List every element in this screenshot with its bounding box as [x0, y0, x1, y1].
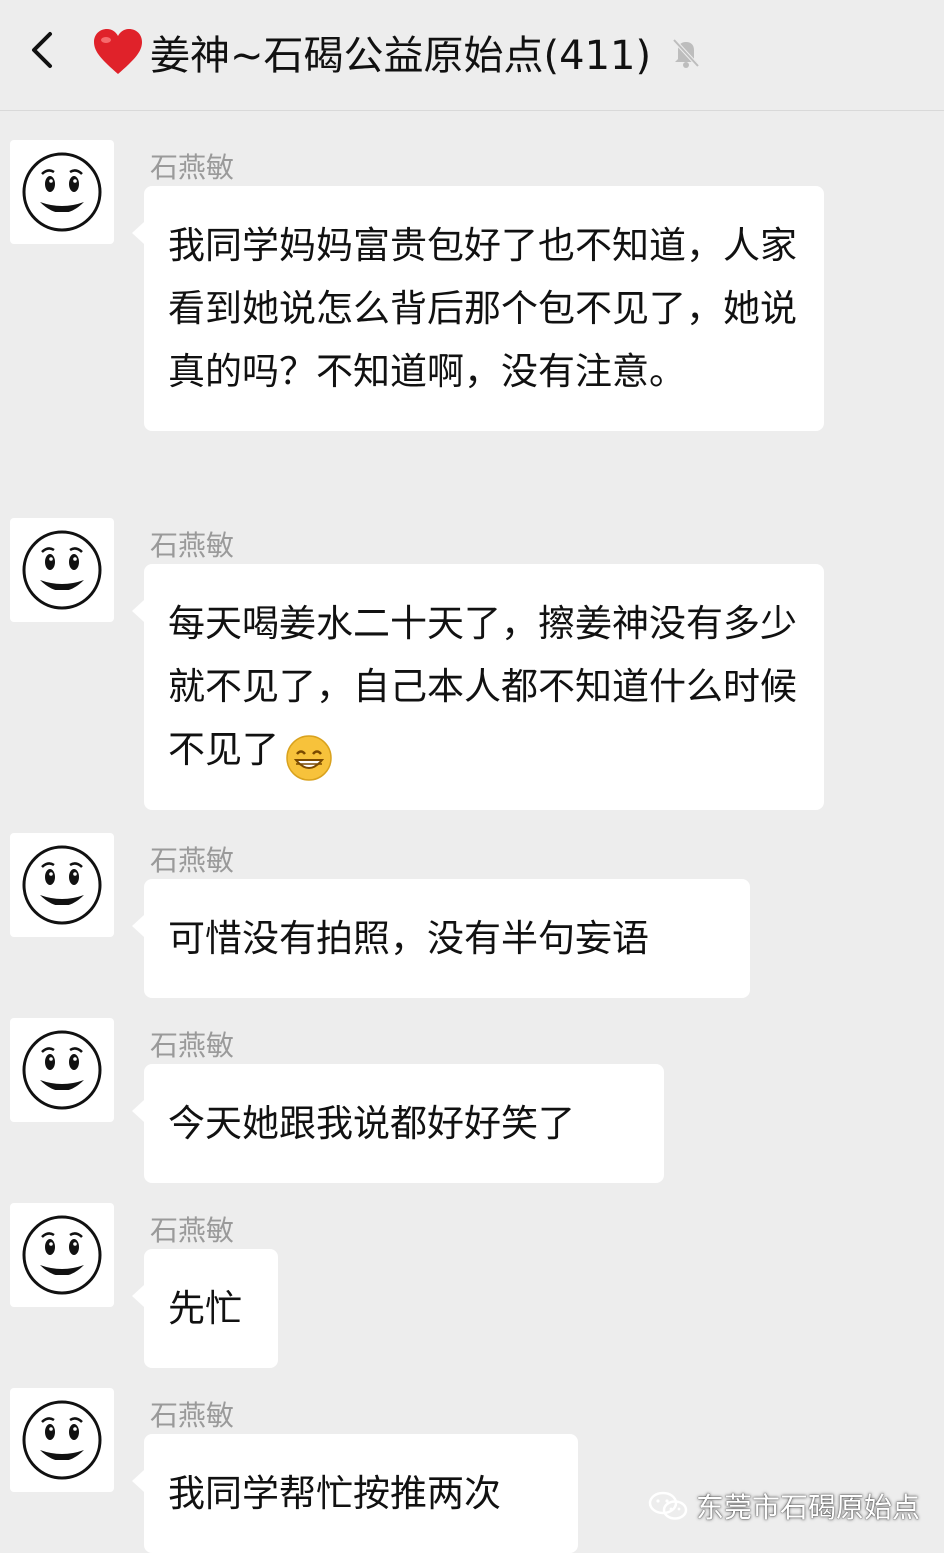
- message-text: 我同学帮忙按推两次: [168, 1472, 501, 1515]
- sender-name: 石燕敏: [150, 151, 235, 184]
- sender-name: 石燕敏: [150, 1214, 235, 1247]
- message-text: 每天喝姜水二十天了，擦姜神没有多少就不见了，自己本人都不知道什么时候不见了: [168, 602, 797, 771]
- grinning-face-icon: [285, 734, 333, 782]
- avatar[interactable]: [10, 1388, 114, 1492]
- message-bubble[interactable]: 每天喝姜水二十天了，擦姜神没有多少就不见了，自己本人都不知道什么时候不见了: [132, 564, 824, 810]
- wechat-icon: [648, 1491, 688, 1520]
- watermark-text: 东莞市石碣原始点: [695, 1491, 920, 1524]
- message-bubble[interactable]: 我同学帮忙按推两次: [132, 1434, 578, 1553]
- sender-name: 石燕敏: [150, 1399, 235, 1432]
- bell-muted-icon: [672, 38, 700, 68]
- red-heart-icon: [94, 29, 142, 74]
- chat-title-text: 姜神~石碣公益原始点(411): [150, 33, 652, 79]
- avatar[interactable]: [10, 140, 114, 244]
- message-bubble[interactable]: 可惜没有拍照，没有半句妄语: [132, 879, 750, 998]
- back-arrow-icon[interactable]: [22, 28, 66, 72]
- message-text: 先忙: [168, 1287, 242, 1330]
- message-text: 可惜没有拍照，没有半句妄语: [168, 917, 649, 960]
- avatar[interactable]: [10, 1018, 114, 1122]
- message-text: 今天她跟我说都好好笑了: [168, 1102, 575, 1145]
- message-bubble[interactable]: 我同学妈妈富贵包好了也不知道，人家看到她说怎么背后那个包不见了，她说真的吗？不知…: [132, 186, 824, 431]
- chat-title[interactable]: 姜神~石碣公益原始点(411): [92, 22, 703, 82]
- message-bubble[interactable]: 先忙: [132, 1249, 278, 1368]
- chat-header: 姜神~石碣公益原始点(411): [0, 0, 944, 111]
- avatar[interactable]: [10, 518, 114, 622]
- sender-name: 石燕敏: [150, 1029, 235, 1062]
- avatar[interactable]: [10, 833, 114, 937]
- avatar[interactable]: [10, 1203, 114, 1307]
- message-text: 我同学妈妈富贵包好了也不知道，人家看到她说怎么背后那个包不见了，她说真的吗？不知…: [168, 224, 797, 393]
- sender-name: 石燕敏: [150, 529, 235, 562]
- sender-name: 石燕敏: [150, 844, 235, 877]
- watermark: 东莞市石碣原始点: [648, 1486, 920, 1526]
- message-bubble[interactable]: 今天她跟我说都好好笑了: [132, 1064, 664, 1183]
